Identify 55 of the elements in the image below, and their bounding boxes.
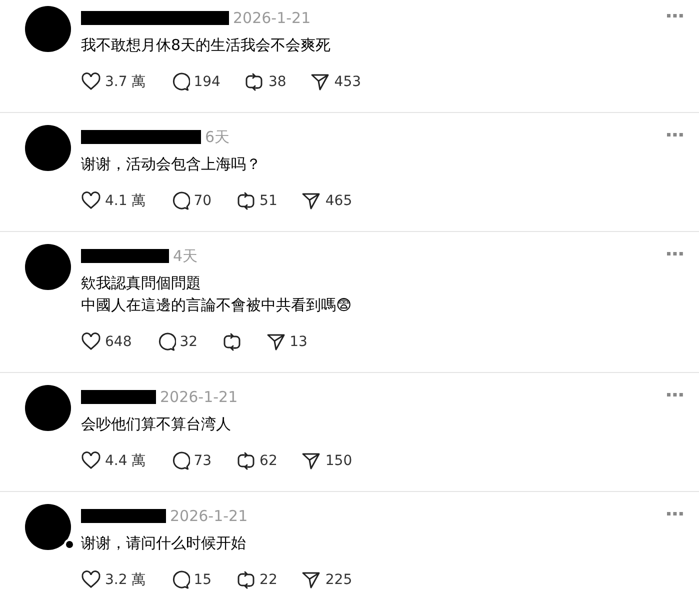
count: 32 — [180, 334, 198, 350]
count: 194 — [194, 74, 220, 90]
heart-icon[interactable] — [81, 72, 101, 92]
count: 70 — [194, 193, 212, 209]
avatar[interactable] — [25, 6, 71, 52]
count: 648 — [105, 334, 132, 350]
count: 51 — [260, 193, 278, 209]
count: 3.7 萬 — [105, 73, 146, 91]
count: 4.4 萬 — [105, 452, 146, 470]
heart-icon[interactable] — [81, 451, 101, 471]
more-icon[interactable] — [667, 14, 683, 18]
count: 38 — [268, 74, 286, 90]
count: 15 — [194, 572, 212, 588]
more-icon[interactable] — [667, 252, 683, 256]
repost-icon[interactable] — [236, 191, 256, 211]
avatar[interactable] — [25, 385, 71, 431]
reply-text: 欸我認真問個問題 — [81, 273, 202, 294]
timestamp: 2026-1-21 — [233, 9, 311, 27]
more-icon[interactable] — [667, 512, 683, 516]
count: 4.1 萬 — [105, 192, 146, 210]
send-icon[interactable] — [310, 72, 330, 92]
heart-icon[interactable] — [81, 570, 101, 590]
timestamp: 2026-1-21 — [170, 507, 248, 525]
timestamp: 4天 — [173, 246, 198, 266]
count: 13 — [290, 334, 308, 350]
repost-icon[interactable] — [244, 72, 264, 92]
send-icon[interactable] — [301, 191, 322, 211]
reply-text: 谢谢，活动会包含上海吗？ — [81, 154, 262, 175]
count: 150 — [325, 453, 352, 469]
reply-text: 我不敢想月休8天的生活我会不会爽死 — [81, 35, 332, 56]
more-icon[interactable] — [667, 393, 683, 397]
send-icon[interactable] — [266, 332, 286, 352]
count: 22 — [260, 572, 278, 588]
timestamp: 6天 — [205, 128, 230, 146]
heart-icon[interactable] — [81, 191, 101, 211]
count: 453 — [334, 74, 362, 90]
follow-badge-icon[interactable] — [64, 539, 75, 550]
timestamp: 2026-1-21 — [160, 388, 238, 406]
send-icon[interactable] — [301, 570, 322, 590]
count: 465 — [325, 193, 352, 209]
send-icon[interactable] — [301, 451, 322, 471]
repost-icon[interactable] — [222, 332, 242, 352]
repost-icon[interactable] — [236, 570, 256, 590]
repost-icon[interactable] — [236, 451, 256, 471]
count: 73 — [194, 453, 212, 469]
count: 225 — [325, 572, 352, 588]
avatar[interactable] — [25, 244, 71, 290]
avatar[interactable] — [25, 125, 71, 171]
heart-icon[interactable] — [81, 332, 101, 352]
count: 3.2 萬 — [105, 571, 146, 589]
count: 62 — [260, 453, 278, 469]
reply-text: 会吵他们算不算台湾人 — [81, 414, 232, 435]
reply-text: 谢谢，请问什么时候开始 — [81, 533, 247, 554]
reply-text: 中國人在這邊的言論不會被中共看到嗎😨 — [81, 295, 353, 316]
more-icon[interactable] — [667, 133, 683, 137]
